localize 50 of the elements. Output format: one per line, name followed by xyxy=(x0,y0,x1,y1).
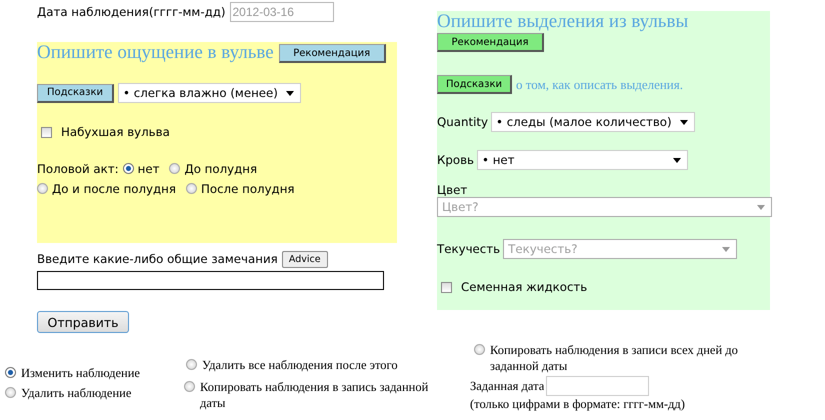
caret-icon xyxy=(757,204,765,210)
field-label: Цвет xyxy=(437,183,468,197)
hints-button[interactable]: Подсказки xyxy=(437,75,512,94)
remarks-field[interactable] xyxy=(37,271,384,290)
field-label: Заданная дата xyxy=(470,378,544,394)
checkbox[interactable] xyxy=(441,282,452,292)
radio-button[interactable] xyxy=(186,359,197,370)
radio-button[interactable] xyxy=(122,163,134,174)
radio-label: Удалить наблюдение xyxy=(21,385,132,401)
radio-button[interactable] xyxy=(184,381,195,392)
caret-icon xyxy=(722,246,730,252)
dropdown[interactable]: • слегка влажно (менее) xyxy=(118,83,301,103)
recommendation-button[interactable]: Рекомендация xyxy=(278,44,386,63)
section-title: Опишите выделения из вульвы xyxy=(437,12,690,32)
field-label: Текучесть xyxy=(437,242,500,256)
caret-icon xyxy=(673,158,681,162)
date-field[interactable] xyxy=(546,376,650,396)
radio-label: До и после полудня xyxy=(52,182,176,196)
radio-button[interactable] xyxy=(186,183,197,194)
hint-text: о том, как описать выделения. xyxy=(516,76,683,92)
field-label: Quantity xyxy=(437,115,488,129)
checkbox-label: Набухшая вульва xyxy=(61,125,170,139)
radio-label: Изменить наблюдение xyxy=(21,365,140,381)
field-label: Дата наблюдения(гггг-мм-дд) xyxy=(37,5,226,19)
radio-label: Копировать наблюдения в запись заданной даты xyxy=(200,379,430,411)
radio-label: Копировать наблюдения в записи всех дней до заданной даты xyxy=(490,342,739,374)
radio-button[interactable] xyxy=(169,163,180,174)
checkbox-label: Семенная жидкость xyxy=(461,280,588,294)
caret-icon xyxy=(680,120,688,124)
radio-label: нет xyxy=(138,162,160,176)
radio-label: До полудня xyxy=(184,162,258,176)
radio-button[interactable] xyxy=(37,183,48,194)
radio-label: Удалить все наблюдения после этого xyxy=(202,357,398,373)
radio-button[interactable] xyxy=(474,344,485,355)
radio-label: После полудня xyxy=(200,182,295,196)
dropdown[interactable]: • нет xyxy=(477,150,688,170)
radio-button[interactable] xyxy=(5,367,16,378)
section-title: Опишите ощущение в вульве xyxy=(37,43,274,63)
field-label: Кровь xyxy=(437,153,474,167)
hints-button[interactable]: Подсказки xyxy=(37,84,114,102)
recommendation-button[interactable]: Рекомендация xyxy=(437,33,544,52)
radio-button[interactable] xyxy=(5,387,16,398)
advice-button[interactable]: Advice xyxy=(282,250,328,268)
submit-button[interactable]: Отправить xyxy=(37,311,129,333)
field-label: Введите какие-либо общие замечания xyxy=(37,252,278,266)
field-label: Половой акт: xyxy=(37,162,119,176)
dropdown[interactable]: • следы (малое количество) xyxy=(490,112,695,132)
caret-icon xyxy=(286,90,294,96)
format-note: (только цифрами в формате: гггг-мм-дд) xyxy=(470,396,686,413)
checkbox[interactable] xyxy=(41,126,52,138)
